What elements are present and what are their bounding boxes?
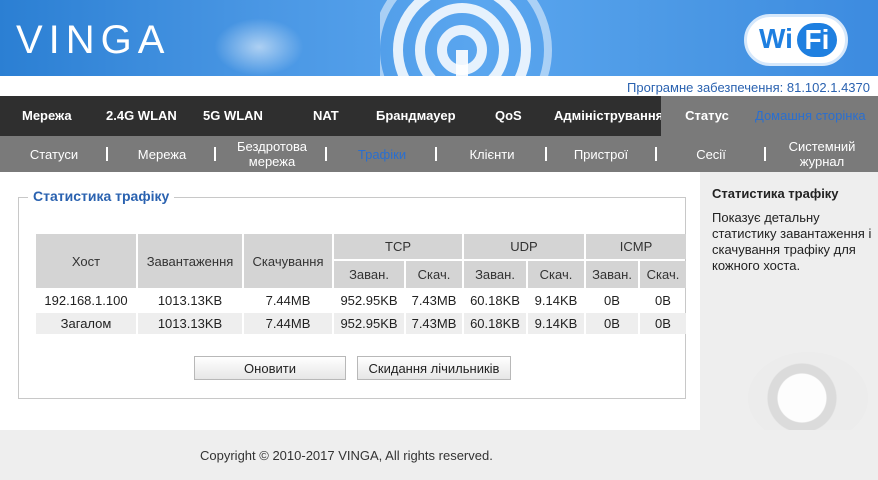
subnav-devices[interactable]: Пристрої bbox=[555, 136, 647, 172]
nav-nat[interactable]: NAT bbox=[313, 96, 339, 136]
cell-tcp-down: 7.43MB bbox=[406, 313, 462, 334]
subnav-statuses[interactable]: Статуси bbox=[8, 136, 100, 172]
nav-administration[interactable]: Адміністрування bbox=[554, 96, 663, 136]
table-row-total: Загалом 1013.13KB 7.44MB 952.95KB 7.43MB… bbox=[36, 313, 686, 334]
subnav-clients[interactable]: Клієнти bbox=[446, 136, 538, 172]
cell-icmp-down: 0B bbox=[640, 313, 686, 334]
cell-download: 7.44MB bbox=[244, 313, 332, 334]
help-text: Показує детальну статистику завантаження… bbox=[712, 210, 872, 273]
wifi-waves-icon bbox=[380, 0, 552, 76]
col-udp-down: Скач. bbox=[528, 261, 584, 288]
subnav-traffic[interactable]: Трафіки bbox=[336, 136, 428, 172]
help-title: Статистика трафіку bbox=[712, 186, 839, 201]
nav-wlan-5g[interactable]: 5G WLAN bbox=[203, 96, 263, 136]
wifi-logo-right: Fi bbox=[797, 23, 837, 57]
banner-hands-image bbox=[214, 18, 304, 76]
cell-tcp-up: 952.95KB bbox=[340, 293, 398, 308]
reset-counters-button[interactable]: Скидання лічильників bbox=[357, 356, 511, 380]
wifi-logo: Wi Fi bbox=[744, 14, 848, 66]
subnav-separator bbox=[764, 147, 766, 161]
col-udp-up: Заван. bbox=[464, 261, 526, 288]
subnav-network[interactable]: Мережа bbox=[116, 136, 208, 172]
subnav-separator bbox=[545, 147, 547, 161]
traffic-table: Хост Завантаження Скачування TCP UDP ICM… bbox=[34, 232, 688, 336]
cell-host: 192.168.1.100 bbox=[44, 293, 128, 308]
col-tcp-up: Заван. bbox=[334, 261, 404, 288]
cell-tcp-down: 7.43MB bbox=[411, 293, 457, 308]
sub-nav: Статуси Мережа Бездротова мережа Трафіки… bbox=[0, 136, 878, 172]
subnav-separator bbox=[655, 147, 657, 161]
cell-icmp-up: 0B bbox=[604, 293, 620, 308]
cell-icmp-down: 0B bbox=[655, 293, 671, 308]
copyright: Copyright © 2010-2017 VINGA, All rights … bbox=[200, 448, 493, 463]
col-download: Скачування bbox=[244, 234, 332, 288]
col-icmp: ICMP bbox=[586, 234, 686, 259]
cell-upload: 1013.13KB bbox=[157, 293, 223, 308]
nav-firewall[interactable]: Брандмауер bbox=[376, 96, 456, 136]
col-upload: Завантаження bbox=[138, 234, 242, 288]
subnav-system-log[interactable]: Системний журнал bbox=[772, 136, 872, 172]
cell-download: 7.44MB bbox=[265, 293, 311, 308]
nav-qos[interactable]: QoS bbox=[495, 96, 522, 136]
nav-status[interactable]: Статус bbox=[661, 96, 753, 136]
wifi-logo-left: Wi bbox=[759, 23, 793, 54]
cell-icmp-up: 0B bbox=[586, 313, 638, 334]
cell-udp-down: 9.14KB bbox=[534, 293, 578, 308]
subnav-sessions[interactable]: Сесії bbox=[665, 136, 757, 172]
footer: Copyright © 2010-2017 VINGA, All rights … bbox=[0, 430, 878, 480]
cell-udp-up: 60.18KB bbox=[470, 293, 520, 308]
cell-tcp-up: 952.95KB bbox=[334, 313, 404, 334]
cell-host: Загалом bbox=[36, 313, 136, 334]
col-tcp-down: Скач. bbox=[406, 261, 462, 288]
main-nav: Мережа 2.4G WLAN 5G WLAN NAT Брандмауер … bbox=[0, 96, 878, 136]
section-title: Статистика трафіку bbox=[28, 188, 175, 204]
col-icmp-down: Скач. bbox=[640, 261, 686, 288]
nav-home-page[interactable]: Домашня сторінка bbox=[753, 96, 878, 136]
col-icmp-up: Заван. bbox=[586, 261, 638, 288]
subnav-separator bbox=[106, 147, 108, 161]
cell-udp-up: 60.18KB bbox=[464, 313, 526, 334]
subnav-separator bbox=[214, 147, 216, 161]
firmware-version: Програмне забезпечення: 81.102.1.4370 bbox=[627, 80, 870, 95]
nav-network[interactable]: Мережа bbox=[22, 96, 72, 136]
cell-upload: 1013.13KB bbox=[138, 313, 242, 334]
nav-wlan-24g[interactable]: 2.4G WLAN bbox=[106, 96, 177, 136]
header-banner: VINGA Wi Fi bbox=[0, 0, 878, 76]
refresh-button[interactable]: Оновити bbox=[194, 356, 346, 380]
col-tcp: TCP bbox=[334, 234, 462, 259]
subnav-separator bbox=[325, 147, 327, 161]
subnav-separator bbox=[435, 147, 437, 161]
cell-udp-down: 9.14KB bbox=[528, 313, 584, 334]
subnav-wireless[interactable]: Бездротова мережа bbox=[224, 136, 320, 172]
col-udp: UDP bbox=[464, 234, 584, 259]
vinga-logo: VINGA bbox=[16, 18, 171, 62]
col-host: Хост bbox=[36, 234, 136, 288]
table-row: 192.168.1.100 1013.13KB 7.44MB 952.95KB … bbox=[36, 290, 686, 311]
